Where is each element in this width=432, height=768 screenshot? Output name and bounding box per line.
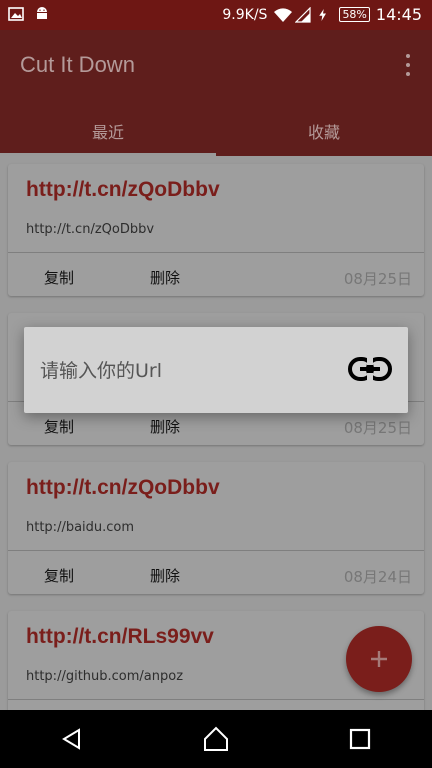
card-date: 08月25日: [343, 419, 412, 437]
link-icon[interactable]: [346, 353, 394, 385]
app-title: Cut It Down: [20, 52, 135, 77]
copy-button[interactable]: 复制: [44, 565, 74, 586]
delete-button[interactable]: 删除: [150, 565, 180, 586]
original-url: http://github.com/anpoz: [26, 669, 184, 684]
copy-button[interactable]: 复制: [44, 267, 74, 288]
android-icon: [34, 6, 50, 22]
card-date: 08月25日: [343, 270, 412, 288]
tab-recent[interactable]: 最近: [0, 106, 216, 156]
card-divider: [8, 252, 424, 253]
network-speed: 9.9K/S: [222, 6, 268, 23]
card-divider: [8, 699, 424, 700]
image-icon: [8, 6, 24, 22]
delete-button[interactable]: 删除: [150, 267, 180, 288]
url-input-dialog: [24, 327, 408, 413]
url-card[interactable]: http://t.cn/zQoDbbv http://t.cn/zQoDbbv …: [8, 164, 424, 296]
add-icon: [371, 651, 387, 667]
copy-button[interactable]: 复制: [44, 416, 74, 437]
card-divider: [8, 550, 424, 551]
wifi-icon: [273, 7, 293, 23]
url-input[interactable]: [38, 353, 332, 389]
navigation-bar: [0, 710, 432, 768]
short-url[interactable]: http://t.cn/zQoDbbv: [26, 178, 220, 202]
original-url: http://t.cn/zQoDbbv: [26, 222, 155, 237]
short-url[interactable]: http://t.cn/RLs99vv: [26, 625, 214, 649]
back-icon[interactable]: [52, 719, 92, 759]
card-date: 08月24日: [343, 568, 412, 586]
delete-button[interactable]: 删除: [150, 416, 180, 437]
app-bar: Cut It Down 最近 收藏: [0, 30, 432, 156]
short-url[interactable]: http://t.cn/zQoDbbv: [26, 476, 220, 500]
status-bar: 9.9K/S 58% 14:45: [0, 0, 432, 30]
original-url: http://baidu.com: [26, 520, 135, 535]
url-card[interactable]: http://t.cn/zQoDbbv http://baidu.com 复制 …: [8, 462, 424, 594]
home-icon[interactable]: [196, 719, 236, 759]
clock: 14:45: [375, 5, 422, 24]
battery-indicator: 58%: [339, 7, 370, 22]
signal-icon: [294, 6, 312, 23]
add-button[interactable]: [346, 626, 412, 692]
recents-icon[interactable]: [340, 719, 380, 759]
tab-favorites[interactable]: 收藏: [216, 106, 432, 156]
charging-icon: [317, 7, 333, 23]
overflow-menu-icon[interactable]: [404, 54, 412, 76]
tab-bar: 最近 收藏: [0, 106, 432, 156]
